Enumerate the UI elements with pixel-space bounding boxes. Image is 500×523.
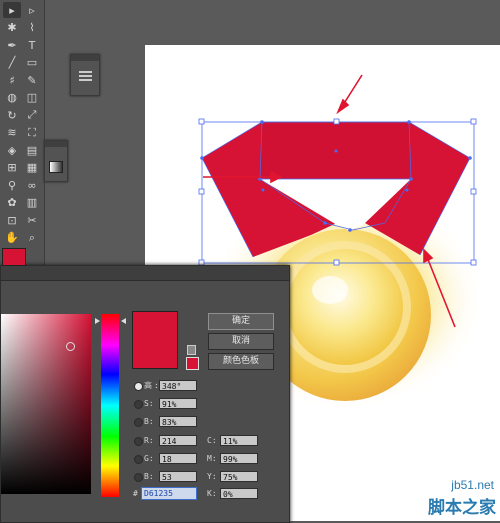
blue-field[interactable]: 53 [159,471,197,482]
artboard-icon[interactable]: ⊡ [3,212,21,228]
rotate-icon[interactable]: ↻ [3,107,21,123]
gradient-icon[interactable]: ▦ [23,160,41,176]
rectangle-icon[interactable]: ▭ [23,55,41,71]
dialog-titlebar[interactable] [1,266,289,281]
cyan-field[interactable]: 11% [220,435,258,446]
saturation-radio[interactable] [134,400,143,409]
free-transform-icon[interactable]: ⛶ [23,125,41,141]
hue-slider[interactable] [101,314,119,497]
color-preview-swatch [132,311,178,369]
blue-label: B: [144,472,154,481]
hand-icon[interactable]: ✋ [3,230,21,246]
red-field[interactable]: 214 [159,435,197,446]
yellow-field[interactable]: 75% [220,471,258,482]
blend-icon[interactable]: ∞ [23,177,41,193]
eraser-icon[interactable]: ◫ [23,90,41,106]
brightness-field[interactable]: 83% [159,416,197,427]
gradient-swatch-icon[interactable] [49,161,63,173]
shape-builder-icon[interactable]: ◈ [3,142,21,158]
medal-highlight [312,276,348,304]
floating-panel-menu[interactable] [70,54,100,96]
blob-brush-icon[interactable]: ◍ [3,90,21,106]
color-field[interactable] [1,314,91,494]
saturation-field[interactable]: 91% [159,398,197,409]
watermark-url: jb51.net [451,478,494,492]
color-field-cursor[interactable] [66,342,75,351]
magic-wand-icon[interactable]: ✱ [3,20,21,36]
type-icon[interactable]: T [23,37,41,53]
cube-icon [187,345,196,355]
scale-icon[interactable]: ⤢ [23,107,41,123]
selection-tool-icon[interactable]: ▸ [3,2,21,18]
ok-button[interactable]: 确定 [208,313,274,330]
red-label: R: [144,436,154,445]
hue-field[interactable]: 348° [159,380,197,391]
mesh-icon[interactable]: ⊞ [3,160,21,176]
perspective-icon[interactable]: ▤ [23,142,41,158]
black-field[interactable]: 0% [220,488,258,499]
magenta-field[interactable]: 99% [220,453,258,464]
hue-radio[interactable] [134,382,143,391]
column-graph-icon[interactable]: ▥ [23,195,41,211]
pen-icon[interactable]: ✒ [3,37,21,53]
magenta-label: M: [207,454,217,463]
line-icon[interactable]: ╱ [3,55,21,71]
yellow-label: Y: [207,472,217,481]
green-field[interactable]: 18 [159,453,197,464]
red-radio[interactable] [134,437,143,446]
eyedropper-icon[interactable]: ⚲ [3,177,21,193]
green-label: G: [144,454,154,463]
green-radio[interactable] [134,455,143,464]
tools-panel: ▸ ▹ ✱ ⌇ ✒ T ╱ ▭ ♯ ✎ ◍ ◫ ↻ ⤢ ≋ ⛶ ◈ ▤ ⊞ ▦ ⚲ ∞ ✿ ▥ ⊡ ✂ ✋ ⌕ [0,0,45,270]
cyan-label: C: [207,436,217,445]
warp-icon[interactable]: ≋ [3,125,21,141]
hue-label: 高 [144,381,152,390]
brightness-label: B: [144,417,154,426]
pencil-icon[interactable]: ✎ [23,72,41,88]
color-picker-dialog[interactable]: 确定 取消 颜色色板 高 : 348° S: 91% B: 83% R: 214… [0,265,290,523]
hex-label: # [133,489,138,498]
medal-inner[interactable] [287,249,403,365]
symbol-sprayer-icon[interactable]: ✿ [3,195,21,211]
cancel-button[interactable]: 取消 [208,333,274,350]
lasso-icon[interactable]: ⌇ [23,20,41,36]
hex-field[interactable]: D61235 [141,487,197,500]
hue-slider-right-arrow[interactable] [121,318,126,324]
paintbrush-icon[interactable]: ♯ [3,72,21,88]
slice-icon[interactable]: ✂ [23,212,41,228]
color-swatches-button[interactable]: 颜色色板 [208,353,274,370]
direct-selection-icon[interactable]: ▹ [23,2,41,18]
watermark-name: 脚本之家 [428,498,496,517]
watermark: jb51.net 脚本之家 [403,478,500,521]
blue-radio[interactable] [134,473,143,482]
web-safe-swatch[interactable] [186,357,199,370]
hamburger-menu-icon[interactable] [79,71,92,73]
zoom-icon[interactable]: ⌕ [23,230,41,246]
fill-color-swatch[interactable] [2,248,26,266]
hue-slider-left-arrow[interactable] [95,318,100,324]
black-label: K: [207,489,217,498]
floating-panel-gradient[interactable] [44,140,68,182]
brightness-radio[interactable] [134,418,143,427]
saturation-label: S: [144,399,154,408]
